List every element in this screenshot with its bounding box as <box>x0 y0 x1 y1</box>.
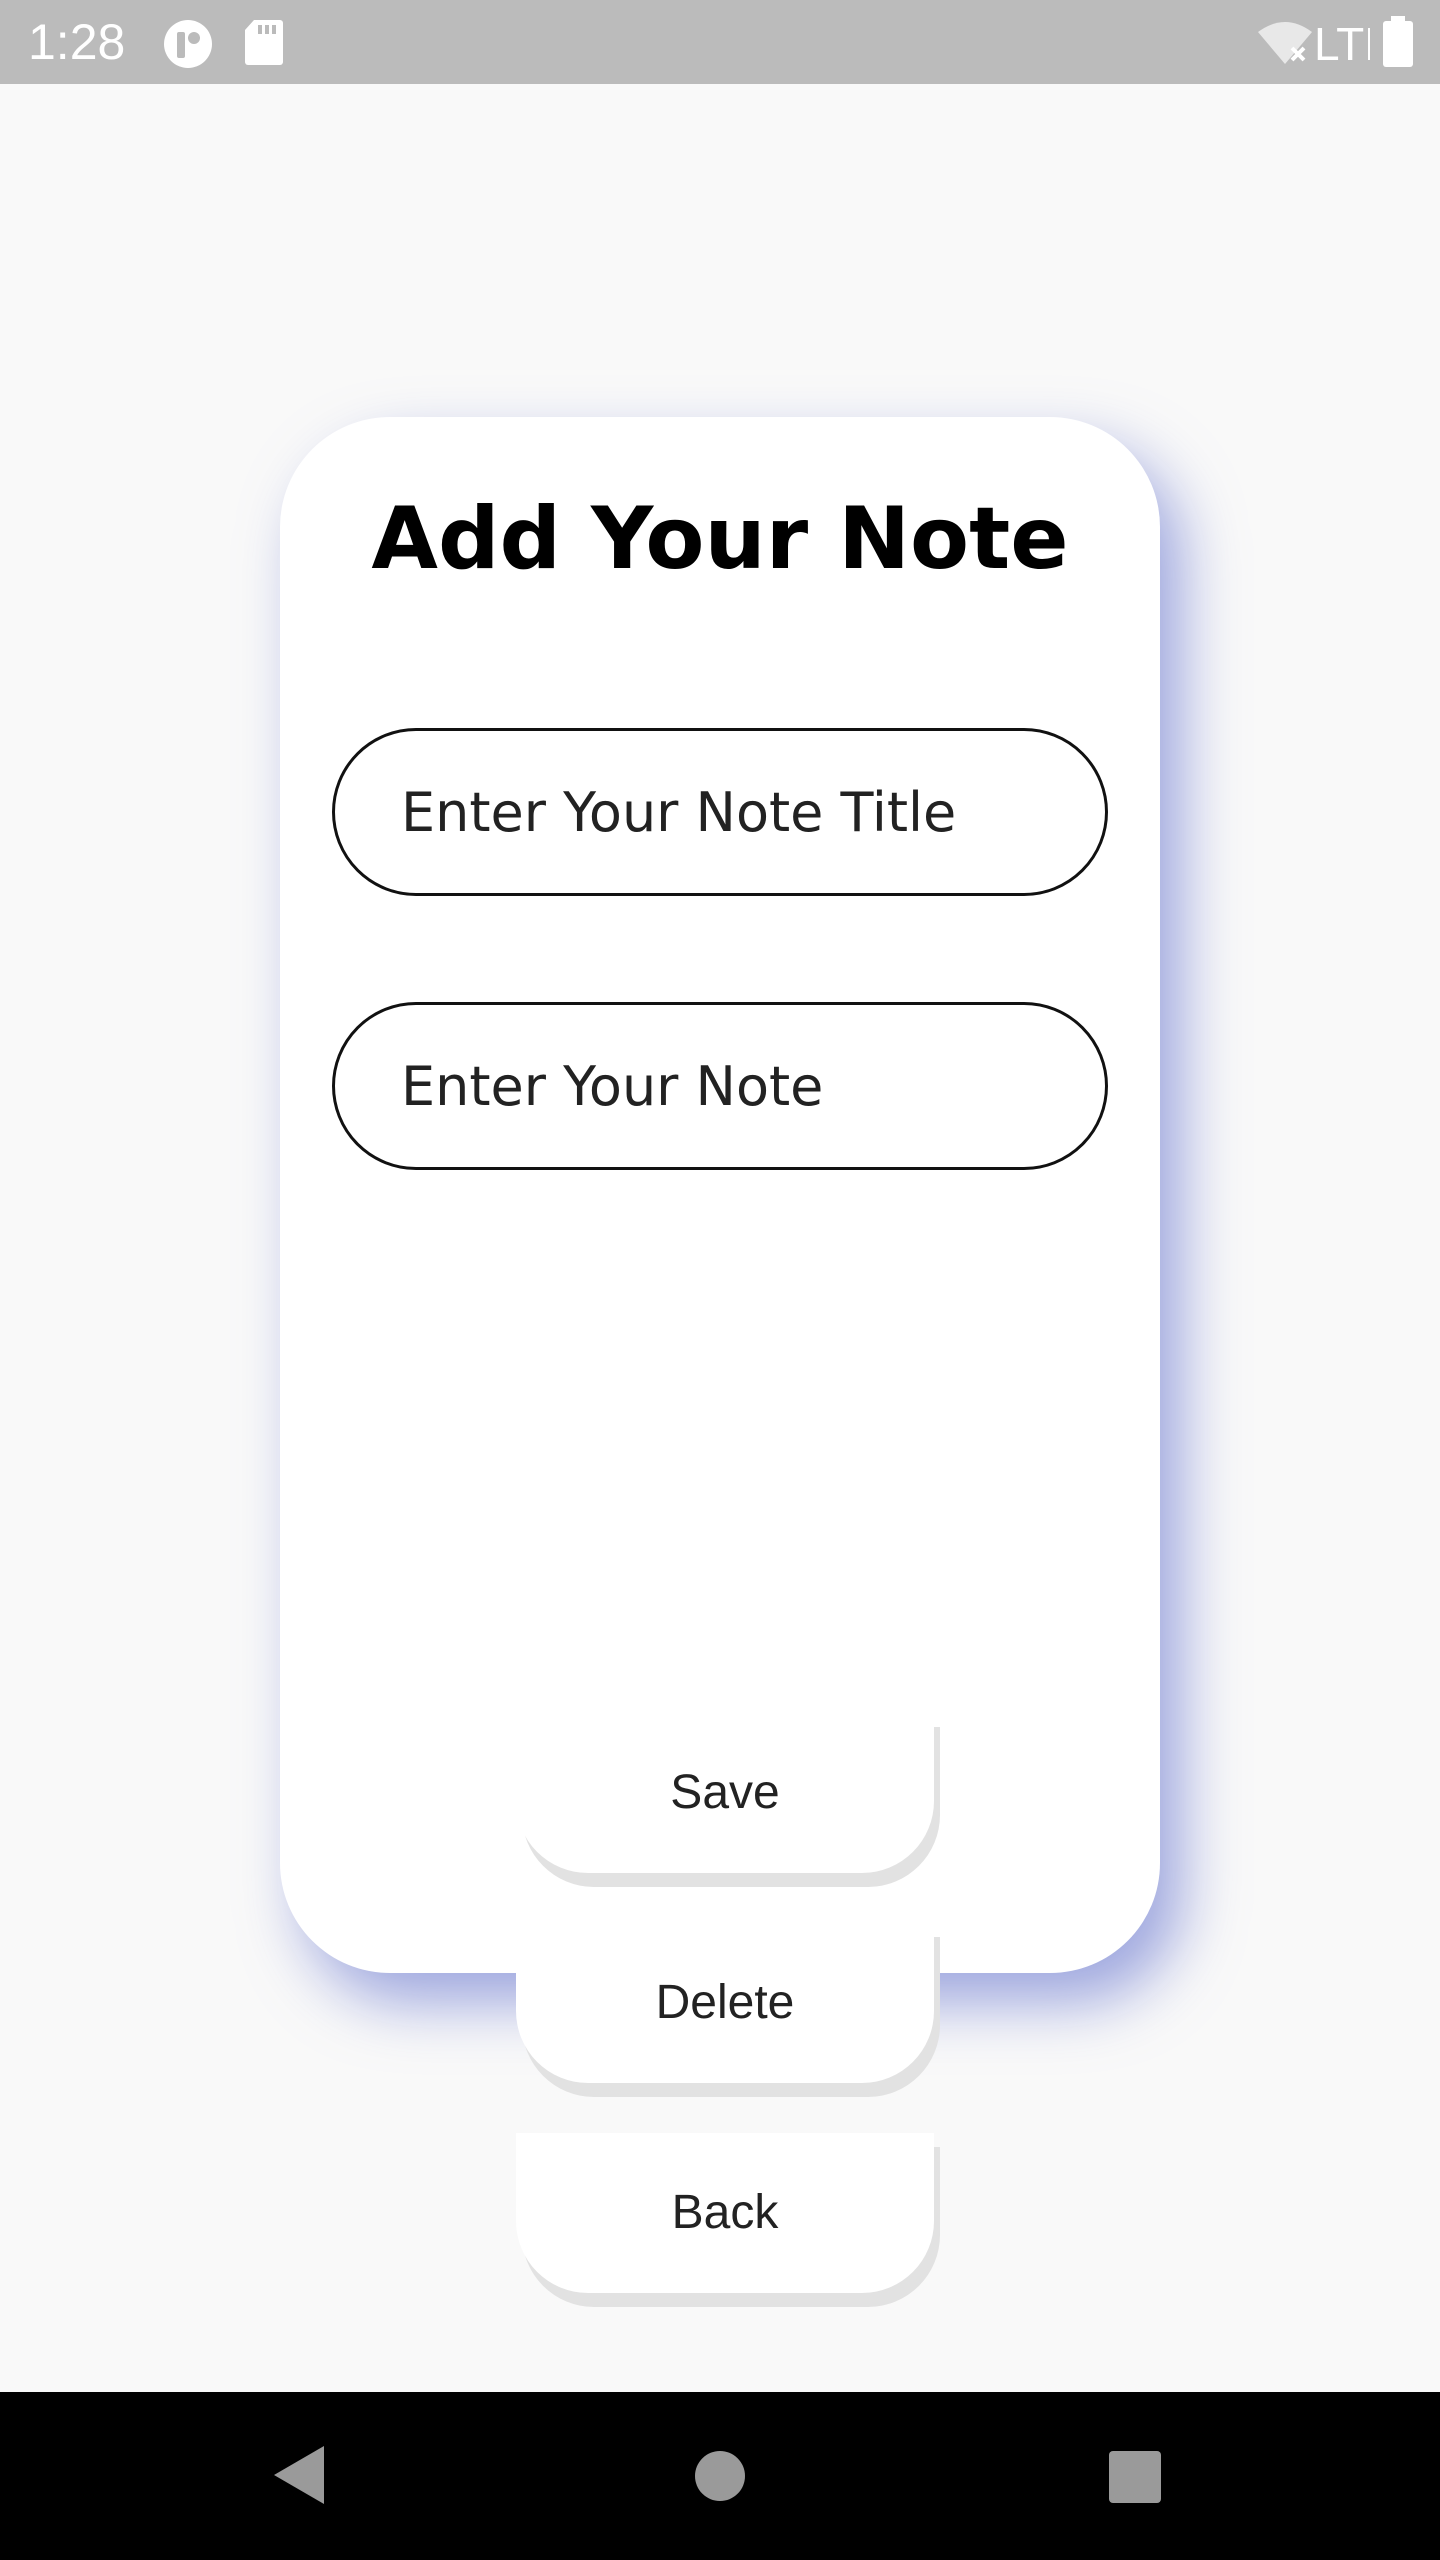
navigation-bar <box>0 2392 1440 2560</box>
delete-button[interactable]: Delete <box>516 1923 934 2083</box>
page-title: Add Your Note <box>371 489 1069 589</box>
note-card: Add Your Note Save Delete Back <box>280 417 1160 2293</box>
status-time: 1:28 <box>28 14 126 70</box>
status-bar: 1:28 LTE <box>0 0 1440 84</box>
note-title-input[interactable] <box>401 731 1061 893</box>
home-icon[interactable] <box>694 2450 746 2502</box>
save-button[interactable]: Save <box>516 1713 934 1873</box>
recents-icon[interactable] <box>1108 2450 1162 2504</box>
wifi-off-icon <box>1258 22 1312 64</box>
note-body-input[interactable] <box>401 1005 1061 1167</box>
note-body-field-container <box>332 1002 1108 1170</box>
battery-icon <box>1383 16 1413 67</box>
network-label: LTE <box>1314 18 1370 70</box>
note-title-field-container <box>332 728 1108 896</box>
back-button[interactable]: Back <box>516 2133 934 2293</box>
sd-card-icon <box>245 20 283 65</box>
app-notification-icon <box>164 20 212 68</box>
back-icon[interactable] <box>270 2442 330 2508</box>
